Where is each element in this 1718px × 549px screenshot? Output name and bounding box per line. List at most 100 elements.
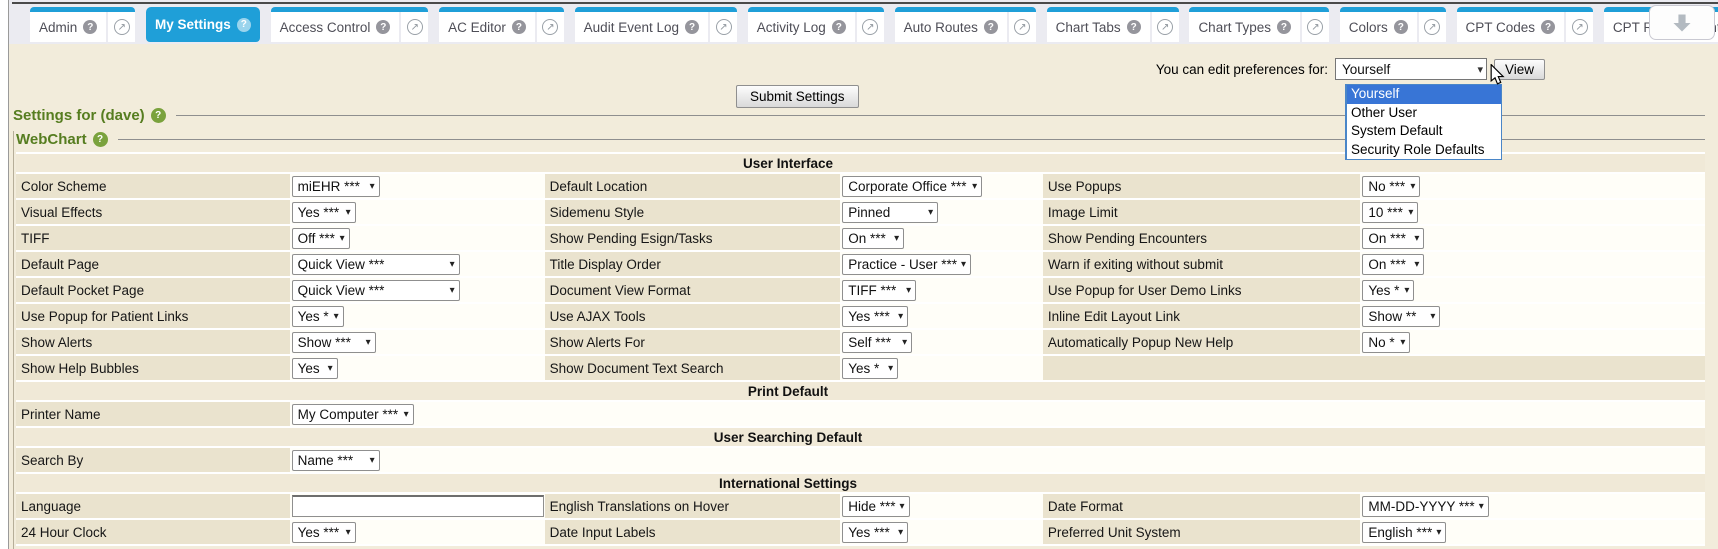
help-icon[interactable]: [1277, 20, 1291, 34]
setting-label: Title Display Order: [545, 252, 841, 276]
tiff-select[interactable]: Off ***: [292, 228, 350, 249]
down-arrow-icon: [1671, 12, 1693, 34]
tab-admin[interactable]: Admin: [30, 7, 135, 42]
tab-auto-routes[interactable]: Auto Routes: [895, 7, 1036, 42]
tab-audit-event-log[interactable]: Audit Event Log: [575, 7, 737, 42]
tab-label: Chart Types: [1198, 20, 1271, 35]
show-alerts-select[interactable]: Show ***: [292, 332, 376, 353]
setting-label: Show Pending Esign/Tasks: [545, 226, 841, 250]
setting-label: Default Page: [16, 252, 290, 276]
image-limit-select[interactable]: 10 ***: [1362, 202, 1418, 223]
popup-user-demo-links-select[interactable]: Yes *: [1362, 280, 1414, 301]
visual-effects-select[interactable]: Yes ***: [292, 202, 356, 223]
sidemenu-style-select[interactable]: Pinned: [842, 202, 938, 223]
submit-settings-button[interactable]: Submit Settings: [736, 85, 859, 108]
edit-preferences-select[interactable]: Yourself: [1335, 58, 1487, 80]
ajax-tools-select[interactable]: Yes ***: [842, 306, 908, 327]
color-scheme-select[interactable]: miEHR ***: [292, 176, 380, 197]
dropdown-option-yourself[interactable]: Yourself: [1347, 85, 1501, 104]
default-location-select[interactable]: Corporate Office ***: [842, 176, 982, 197]
setting-label: 24 Hour Clock: [16, 520, 290, 544]
help-icon[interactable]: [685, 20, 699, 34]
scroll-tabs-down-button[interactable]: [1649, 5, 1715, 40]
document-text-search-select[interactable]: Yes *: [842, 358, 898, 379]
warn-exit-select[interactable]: On ***: [1362, 254, 1424, 275]
help-icon[interactable]: [984, 20, 998, 34]
title-display-order-select[interactable]: Practice - User ***: [842, 254, 971, 275]
help-icon[interactable]: [1394, 20, 1408, 34]
show-pending-encounters-select[interactable]: On ***: [1362, 228, 1424, 249]
popout-icon[interactable]: [1009, 12, 1036, 42]
tab-activity-log[interactable]: Activity Log: [748, 7, 884, 42]
setting-label: Date Format: [1043, 494, 1361, 518]
preferred-unit-system-select[interactable]: English ***: [1362, 522, 1446, 543]
tab-ac-editor[interactable]: AC Editor: [439, 7, 564, 42]
tab-access-control[interactable]: Access Control: [271, 7, 429, 42]
help-icon[interactable]: [376, 20, 390, 34]
english-translations-select[interactable]: Hide ***: [842, 496, 909, 517]
popout-icon[interactable]: [1419, 12, 1446, 42]
tab-cpt-codes[interactable]: CPT Codes: [1457, 7, 1594, 42]
popout-icon[interactable]: [1152, 12, 1179, 42]
admin-tab-bar: Admin My Settings Access Control AC Edit…: [0, 0, 1718, 44]
printer-name-select[interactable]: My Computer ***: [292, 404, 414, 425]
help-icon[interactable]: [93, 132, 108, 147]
date-input-labels-select[interactable]: Yes ***: [842, 522, 908, 543]
tab-label: Access Control: [280, 20, 371, 35]
help-icon[interactable]: [1541, 20, 1555, 34]
tab-chart-tabs[interactable]: Chart Tabs: [1047, 7, 1179, 42]
help-icon[interactable]: [1127, 20, 1141, 34]
inline-edit-layout-select[interactable]: Show **: [1362, 306, 1440, 327]
date-format-select[interactable]: MM-DD-YYYY ***: [1362, 496, 1488, 517]
auto-popup-new-help-select[interactable]: No *: [1362, 332, 1410, 353]
popup-patient-links-select[interactable]: Yes *: [292, 306, 344, 327]
show-help-bubbles-select[interactable]: Yes: [292, 358, 338, 379]
edit-preferences-bar: You can edit preferences for: Yourself V…: [1156, 58, 1545, 80]
setting-label: Warn if exiting without submit: [1043, 252, 1361, 276]
setting-label: Image Limit: [1043, 200, 1361, 224]
view-button[interactable]: View: [1494, 59, 1545, 80]
tab-chart-types[interactable]: Chart Types: [1189, 7, 1329, 42]
popout-icon[interactable]: [108, 12, 135, 42]
popout-icon[interactable]: [401, 12, 428, 42]
help-icon[interactable]: [832, 20, 846, 34]
empty-cell: [545, 402, 1705, 426]
tab-my-settings[interactable]: My Settings: [146, 7, 260, 42]
popout-icon[interactable]: [1302, 12, 1329, 42]
dropdown-option-security-role-defaults[interactable]: Security Role Defaults: [1347, 141, 1501, 160]
webchart-title: WebChart: [16, 131, 87, 148]
hour24-clock-select[interactable]: Yes ***: [292, 522, 356, 543]
window-top-edge: [12, 2, 1718, 4]
popout-icon[interactable]: [537, 12, 564, 42]
setting-label: TIFF: [16, 226, 290, 250]
table-row: Visual Effects Yes *** Sidemenu Style Pi…: [16, 200, 1705, 224]
dropdown-option-system-default[interactable]: System Default: [1347, 122, 1501, 141]
dropdown-option-other-user[interactable]: Other User: [1347, 104, 1501, 123]
tab-label: Colors: [1349, 20, 1388, 35]
default-page-select[interactable]: Quick View ***: [292, 254, 460, 275]
help-icon[interactable]: [151, 108, 166, 123]
help-icon[interactable]: [512, 20, 526, 34]
search-by-select[interactable]: Name ***: [292, 450, 380, 471]
help-icon[interactable]: [83, 20, 97, 34]
section-header-row: International Settings: [16, 474, 1705, 492]
language-input[interactable]: [292, 495, 544, 517]
show-alerts-for-select[interactable]: Self ***: [842, 332, 912, 353]
setting-label: Sidemenu Style: [545, 200, 841, 224]
section-header-row: User Searching Default: [16, 428, 1705, 446]
use-popups-select[interactable]: No ***: [1362, 176, 1420, 197]
document-view-format-select[interactable]: TIFF ***: [842, 280, 916, 301]
popout-icon[interactable]: [857, 12, 884, 42]
empty-cell: [545, 448, 1705, 472]
show-pending-esign-select[interactable]: On ***: [842, 228, 904, 249]
tab-label: Admin: [39, 20, 77, 35]
settings-table: User Interface Color Scheme miEHR *** De…: [16, 152, 1705, 546]
default-pocket-page-select[interactable]: Quick View ***: [292, 280, 460, 301]
page-title: Settings for (dave): [13, 107, 145, 124]
setting-label: English Translations on Hover: [545, 494, 841, 518]
tab-colors[interactable]: Colors: [1340, 7, 1446, 42]
help-icon[interactable]: [237, 18, 251, 32]
popout-icon[interactable]: [1566, 12, 1593, 42]
edit-preferences-dropdown-list: Yourself Other User System Default Secur…: [1345, 84, 1502, 160]
popout-icon[interactable]: [710, 12, 737, 42]
